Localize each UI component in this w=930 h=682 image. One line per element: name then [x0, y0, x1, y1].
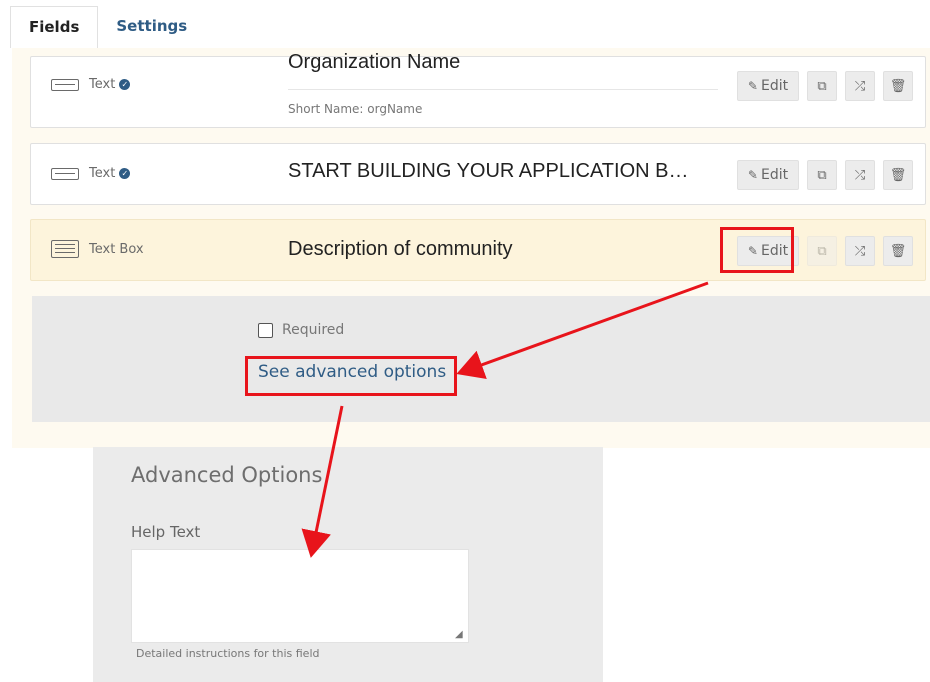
annotation-arrows: [301, 281, 709, 558]
arrow-link-to-help: [301, 405, 344, 558]
arrow-edit-to-link: [456, 281, 709, 379]
